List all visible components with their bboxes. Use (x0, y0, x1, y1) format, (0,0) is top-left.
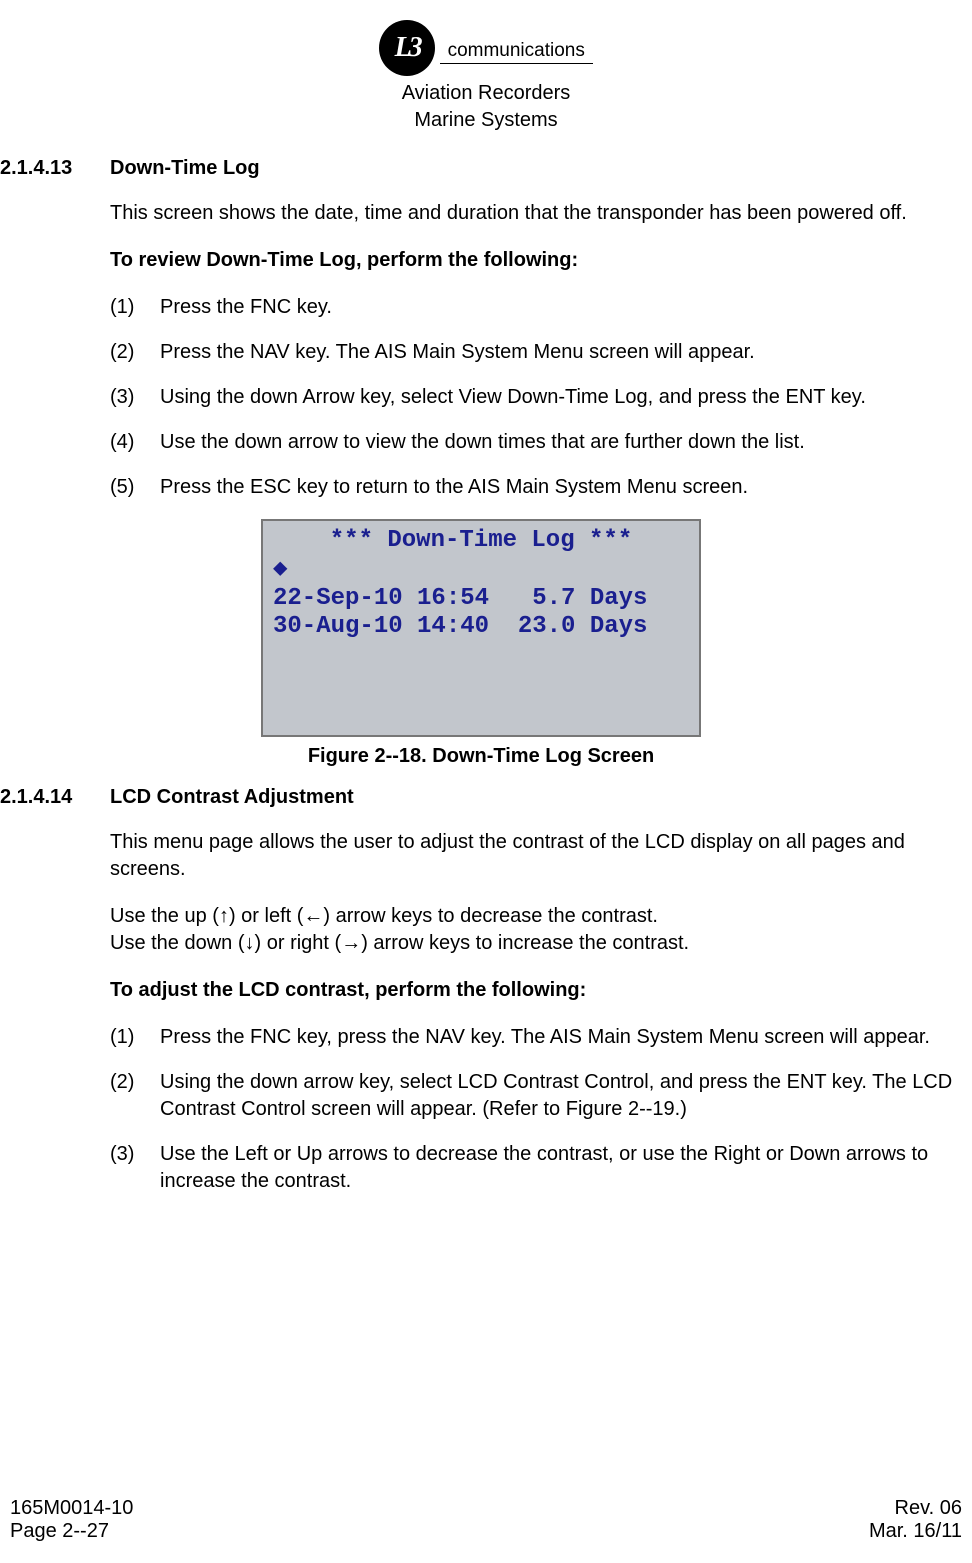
step-number: (2) (110, 339, 160, 366)
step-item: (3)Use the Left or Up arrows to decrease… (110, 1141, 962, 1195)
section-body-1: This screen shows the date, time and dur… (110, 200, 962, 501)
step-number: (5) (110, 474, 160, 501)
instruction-heading: To adjust the LCD contrast, perform the … (110, 977, 962, 1004)
header-line-2: Marine Systems (0, 109, 972, 132)
section-heading-2: 2.1.4.14 LCD Contrast Adjustment (0, 786, 962, 809)
header-line-1: Aviation Recorders (0, 82, 972, 105)
figure-block: *** Down-Time Log ***◆ 22-Sep-10 16:54 5… (0, 519, 962, 768)
step-number: (1) (110, 1024, 160, 1051)
arrow-instruction-2: Use the down (↓) or right (→) arrow keys… (110, 930, 962, 957)
step-text: Use the down arrow to view the down time… (160, 429, 962, 456)
lcd-title: *** Down-Time Log *** (273, 527, 689, 556)
lcd-row: 30-Aug-10 14:40 23.0 Days (273, 613, 647, 640)
step-number: (2) (110, 1069, 160, 1123)
step-list-1: (1)Press the FNC key. (2)Press the NAV k… (110, 294, 962, 501)
doc-number: 165M0014-10 (10, 1497, 133, 1520)
document-header: L3 communications Aviation Recorders Mar… (0, 20, 972, 132)
step-number: (4) (110, 429, 160, 456)
step-text: Press the NAV key. The AIS Main System M… (160, 339, 962, 366)
date: Mar. 16/11 (869, 1520, 962, 1543)
step-item: (1)Press the FNC key. (110, 294, 962, 321)
l3-logo: L3 communications (379, 20, 593, 78)
section-title: Down-Time Log (110, 157, 260, 180)
step-item: (4)Use the down arrow to view the down t… (110, 429, 962, 456)
lcd-cursor-icon: ◆ (273, 556, 287, 583)
step-number: (1) (110, 294, 160, 321)
section-body-2: This menu page allows the user to adjust… (110, 829, 962, 1195)
step-item: (3)Using the down Arrow key, select View… (110, 384, 962, 411)
step-item: (2)Press the NAV key. The AIS Main Syste… (110, 339, 962, 366)
step-text: Press the ESC key to return to the AIS M… (160, 474, 962, 501)
document-footer: 165M0014-10 Page 2--27 Rev. 06 Mar. 16/1… (0, 1497, 972, 1543)
intro-paragraph: This menu page allows the user to adjust… (110, 829, 962, 883)
step-list-2: (1)Press the FNC key, press the NAV key.… (110, 1024, 962, 1195)
logo-icon: L3 (379, 20, 435, 76)
step-item: (2)Using the down arrow key, select LCD … (110, 1069, 962, 1123)
footer-right: Rev. 06 Mar. 16/11 (869, 1497, 962, 1543)
logo-mark: L3 (395, 32, 420, 64)
step-number: (3) (110, 384, 160, 411)
lcd-row: 22-Sep-10 16:54 5.7 Days (273, 585, 647, 612)
step-item: (5)Press the ESC key to return to the AI… (110, 474, 962, 501)
section-number: 2.1.4.14 (0, 786, 110, 809)
footer-left: 165M0014-10 Page 2--27 (10, 1497, 133, 1543)
step-item: (1)Press the FNC key, press the NAV key.… (110, 1024, 962, 1051)
logo-subtext: communications (440, 40, 593, 64)
document-content: 2.1.4.13 Down-Time Log This screen shows… (0, 157, 972, 1195)
section-heading-1: 2.1.4.13 Down-Time Log (0, 157, 962, 180)
revision: Rev. 06 (869, 1497, 962, 1520)
step-text: Use the Left or Up arrows to decrease th… (160, 1141, 962, 1195)
lcd-screenshot: *** Down-Time Log ***◆ 22-Sep-10 16:54 5… (261, 519, 701, 737)
instruction-heading: To review Down-Time Log, perform the fol… (110, 247, 962, 274)
step-text: Press the FNC key. (160, 294, 962, 321)
step-text: Using the down arrow key, select LCD Con… (160, 1069, 962, 1123)
page-number: Page 2--27 (10, 1520, 133, 1543)
step-number: (3) (110, 1141, 160, 1195)
step-text: Press the FNC key, press the NAV key. Th… (160, 1024, 962, 1051)
figure-caption: Figure 2--18. Down-Time Log Screen (0, 745, 962, 768)
section-title: LCD Contrast Adjustment (110, 786, 354, 809)
step-text: Using the down Arrow key, select View Do… (160, 384, 962, 411)
intro-paragraph: This screen shows the date, time and dur… (110, 200, 962, 227)
section-number: 2.1.4.13 (0, 157, 110, 180)
arrow-instruction-1: Use the up (↑) or left (←) arrow keys to… (110, 903, 962, 930)
